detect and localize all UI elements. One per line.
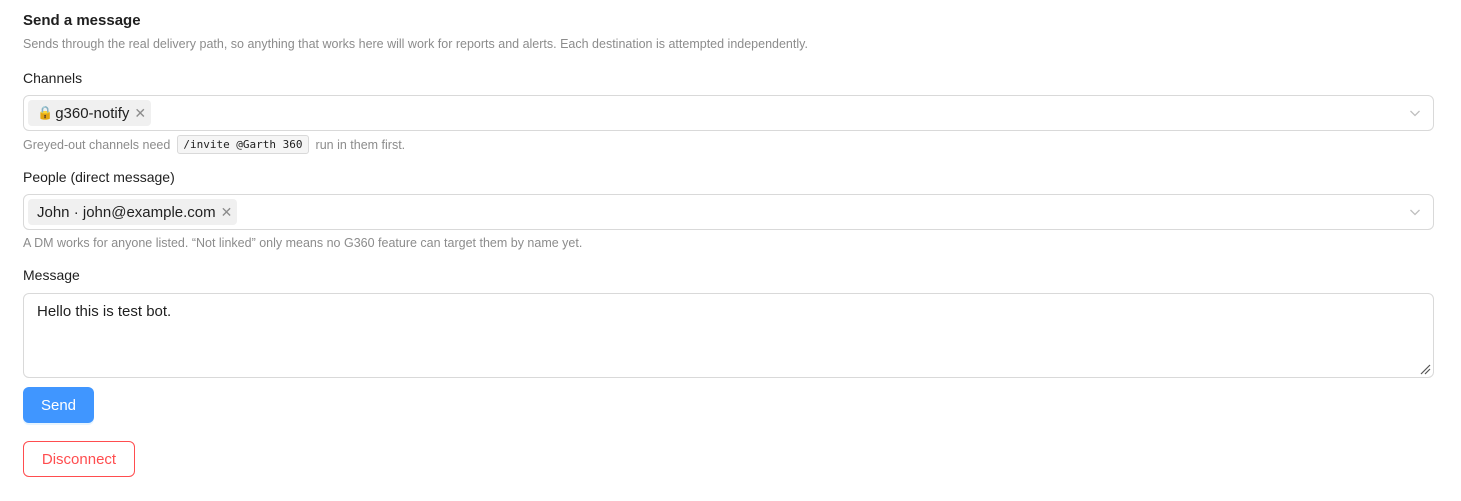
remove-tag-icon[interactable]: ✕	[134, 105, 146, 122]
lock-icon: 🔒	[37, 105, 54, 120]
section-subtitle: Sends through the real delivery path, so…	[23, 37, 808, 51]
channels-help-text: Greyed-out channels need	[23, 137, 171, 152]
section-title: Send a message	[23, 12, 141, 29]
message-text: Hello this is test bot.	[37, 303, 172, 320]
message-label: Message	[23, 267, 80, 283]
send-button[interactable]: Send	[23, 387, 94, 423]
people-select[interactable]: John · john@example.com ✕	[23, 194, 1434, 230]
resize-handle-icon[interactable]	[1419, 363, 1431, 375]
channels-select[interactable]: 🔒 g360-notify ✕	[23, 95, 1434, 131]
channels-help-text-after: run in them first.	[315, 137, 406, 152]
channels-label: Channels	[23, 70, 83, 86]
channel-tag: 🔒 g360-notify ✕	[28, 100, 152, 126]
person-tag: John · john@example.com ✕	[28, 199, 238, 225]
chevron-down-icon[interactable]	[1409, 206, 1421, 218]
remove-tag-icon[interactable]: ✕	[221, 204, 233, 221]
chevron-down-icon[interactable]	[1409, 107, 1421, 119]
person-tag-label: John · john@example.com	[37, 203, 216, 221]
invite-command-code: /invite @Garth 360	[177, 135, 309, 154]
channel-tag-label: g360-notify	[55, 104, 130, 122]
disconnect-button[interactable]: Disconnect	[23, 441, 135, 477]
message-textarea[interactable]: Hello this is test bot.	[23, 293, 1434, 378]
people-help: A DM works for anyone listed. “Not linke…	[23, 236, 583, 250]
people-label: People (direct message)	[23, 169, 175, 185]
channels-help: Greyed-out channels need /invite @Garth …	[23, 135, 405, 154]
